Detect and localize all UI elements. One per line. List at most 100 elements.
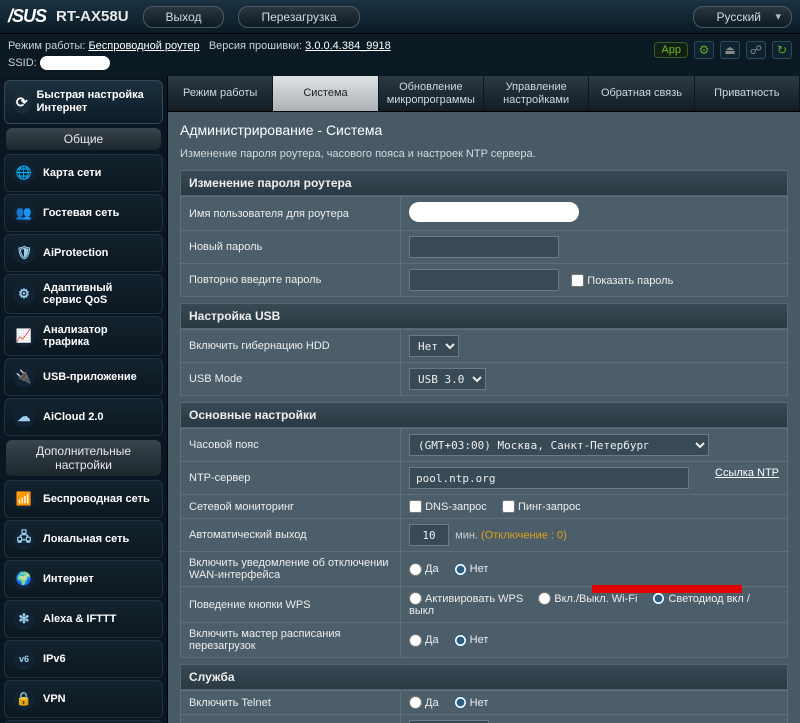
internet-icon: 🌍 (13, 568, 35, 590)
sidebar-item-aiprotection[interactable]: 🛡AiProtection (4, 234, 163, 272)
radio-wan-yes[interactable] (409, 563, 422, 576)
sidebar-item-label: AiCloud 2.0 (43, 411, 104, 423)
lbl-sched: Включить мастер расписания перезагрузок (181, 623, 401, 658)
opt-wps-1: Вкл./Выкл. Wi-Fi (554, 593, 637, 605)
sidebar-item-label: VPN (43, 693, 66, 705)
analytics-icon: 📈 (13, 325, 35, 347)
wired-icon[interactable]: ☍ (746, 41, 766, 59)
input-reppass[interactable] (409, 269, 559, 291)
link-ntp[interactable]: Ссылка NTP (715, 467, 779, 479)
chk-showpass[interactable] (571, 274, 584, 287)
sidebar-item-qos[interactable]: ⚙Адаптивный сервис QoS (4, 274, 163, 314)
op-mode-link[interactable]: Беспроводной роутер (88, 40, 199, 52)
opt-no3: Нет (470, 697, 489, 709)
sel-tz[interactable]: (GMT+03:00) Москва, Санкт-Петербург (409, 434, 709, 456)
app-badge[interactable]: App (654, 42, 688, 58)
sidebar-item-label: USB-приложение (43, 371, 137, 383)
quick-setup-icon: ⟳ (13, 90, 31, 114)
sidebar-item-vpn[interactable]: 🔒 VPN (4, 680, 163, 718)
section-advanced: Дополнительные настройки (6, 440, 161, 476)
gear-icon[interactable]: ⚙ (694, 41, 714, 59)
tab-opmode[interactable]: Режим работы (168, 76, 273, 111)
sidebar-item-traffic[interactable]: 📈 Анализатор трафика (4, 316, 163, 356)
username-value-redacted (409, 202, 579, 222)
block-service-head: Служба (180, 664, 788, 690)
reboot-button[interactable]: Перезагрузка (238, 6, 359, 28)
sidebar-item-network-map[interactable]: 🌐 Карта сети (4, 154, 163, 192)
radio-sched-no[interactable] (454, 634, 467, 647)
lbl-newpass: Новый пароль (181, 231, 401, 264)
op-mode-label: Режим работы: (8, 40, 85, 52)
lbl-autologout: Автоматический выход (181, 519, 401, 552)
tab-firmware[interactable]: Обновление микропрограммы (379, 76, 484, 111)
brand-logo: /SUS (8, 6, 56, 27)
sidebar-item-wireless[interactable]: 📶Беспроводная сеть (4, 480, 163, 518)
tab-system[interactable]: Система (273, 76, 378, 111)
input-autologout[interactable] (409, 524, 449, 546)
language-select[interactable]: Русский (693, 6, 792, 28)
tab-config[interactable]: Управление настройками (484, 76, 589, 111)
lbl-tz: Часовой пояс (181, 429, 401, 462)
sidebar-item-label: Карта сети (43, 167, 101, 179)
autologout-hint: (Отключение : 0) (481, 530, 567, 542)
sidebar-item-label: Адаптивный сервис QoS (43, 282, 154, 306)
notify-icon[interactable]: ↻ (772, 41, 792, 59)
sidebar-item-label: Alexa & IFTTT (43, 613, 116, 625)
sidebar-item-label: Локальная сеть (43, 533, 129, 545)
shield-icon: 🛡 (13, 242, 35, 264)
annotation-highlight (592, 585, 742, 593)
sidebar-item-alexa[interactable]: ✻ Alexa & IFTTT (4, 600, 163, 638)
usb-icon[interactable]: ⏏ (720, 41, 740, 59)
sidebar-item-label: Интернет (43, 573, 94, 585)
autologout-unit: мин. (455, 530, 478, 542)
sidebar-item-lan[interactable]: 🖧 Локальная сеть (4, 520, 163, 558)
opt-yes3: Да (425, 697, 439, 709)
quick-setup[interactable]: ⟳ Быстрая настройка Интернет (4, 80, 163, 124)
chk-dns[interactable] (409, 500, 422, 513)
input-newpass[interactable] (409, 236, 559, 258)
sidebar-item-wan[interactable]: 🌍 Интернет (4, 560, 163, 598)
chk-ping[interactable] (502, 500, 515, 513)
cloud-icon: ☁ (13, 406, 35, 428)
radio-wps-2[interactable] (652, 592, 665, 605)
globe-icon: 🌐 (13, 162, 35, 184)
block-service: Служба Включить Telnet Да Нет Включить S… (180, 664, 788, 723)
sidebar-item-guest[interactable]: 👥Гостевая сеть (4, 194, 163, 232)
block-basic-head: Основные настройки (180, 402, 788, 428)
lbl-ntp: NTP-сервер (181, 462, 401, 495)
tab-privacy[interactable]: Приватность (695, 76, 800, 111)
sidebar-item-label: Анализатор трафика (43, 324, 154, 348)
sel-hib[interactable]: Нет (409, 335, 459, 357)
radio-wps-1[interactable] (538, 592, 551, 605)
sidebar-item-usb[interactable]: 🔌USB-приложение (4, 358, 163, 396)
lbl-showpass: Показать пароль (587, 275, 673, 287)
ssid-value-redacted (40, 56, 110, 70)
radio-sched-yes[interactable] (409, 634, 422, 647)
ipv6-icon: v6 (13, 648, 35, 670)
lbl-reppass: Повторно введите пароль (181, 264, 401, 297)
opt-yes2: Да (425, 634, 439, 646)
radio-wps-0[interactable] (409, 592, 422, 605)
wifi-icon: 📶 (13, 488, 35, 510)
logout-button[interactable]: Выход (143, 6, 225, 28)
block-usb-head: Настройка USB (180, 303, 788, 329)
block-password-head: Изменение пароля роутера (180, 170, 788, 196)
radio-telnet-no[interactable] (454, 696, 467, 709)
sidebar-item-aicloud[interactable]: ☁ AiCloud 2.0 (4, 398, 163, 436)
lbl-ssh: Включить SSH (181, 715, 401, 723)
input-ntp[interactable] (409, 467, 689, 489)
info-ribbon: Режим работы: Беспроводной роутер Версия… (0, 34, 800, 76)
lan-icon: 🖧 (13, 528, 35, 550)
radio-wan-no[interactable] (454, 563, 467, 576)
sidebar-item-label: Гостевая сеть (43, 207, 119, 219)
sel-usbmode[interactable]: USB 3.0 (409, 368, 486, 390)
lbl-netmon: Сетевой мониторинг (181, 495, 401, 519)
alexa-icon: ✻ (13, 608, 35, 630)
opt-yes: Да (425, 563, 439, 575)
section-general: Общие (6, 128, 161, 150)
lock-icon: 🔒 (13, 688, 35, 710)
radio-telnet-yes[interactable] (409, 696, 422, 709)
fw-link[interactable]: 3.0.0.4.384_9918 (305, 40, 391, 52)
tab-feedback[interactable]: Обратная связь (589, 76, 694, 111)
sidebar-item-ipv6[interactable]: v6IPv6 (4, 640, 163, 678)
